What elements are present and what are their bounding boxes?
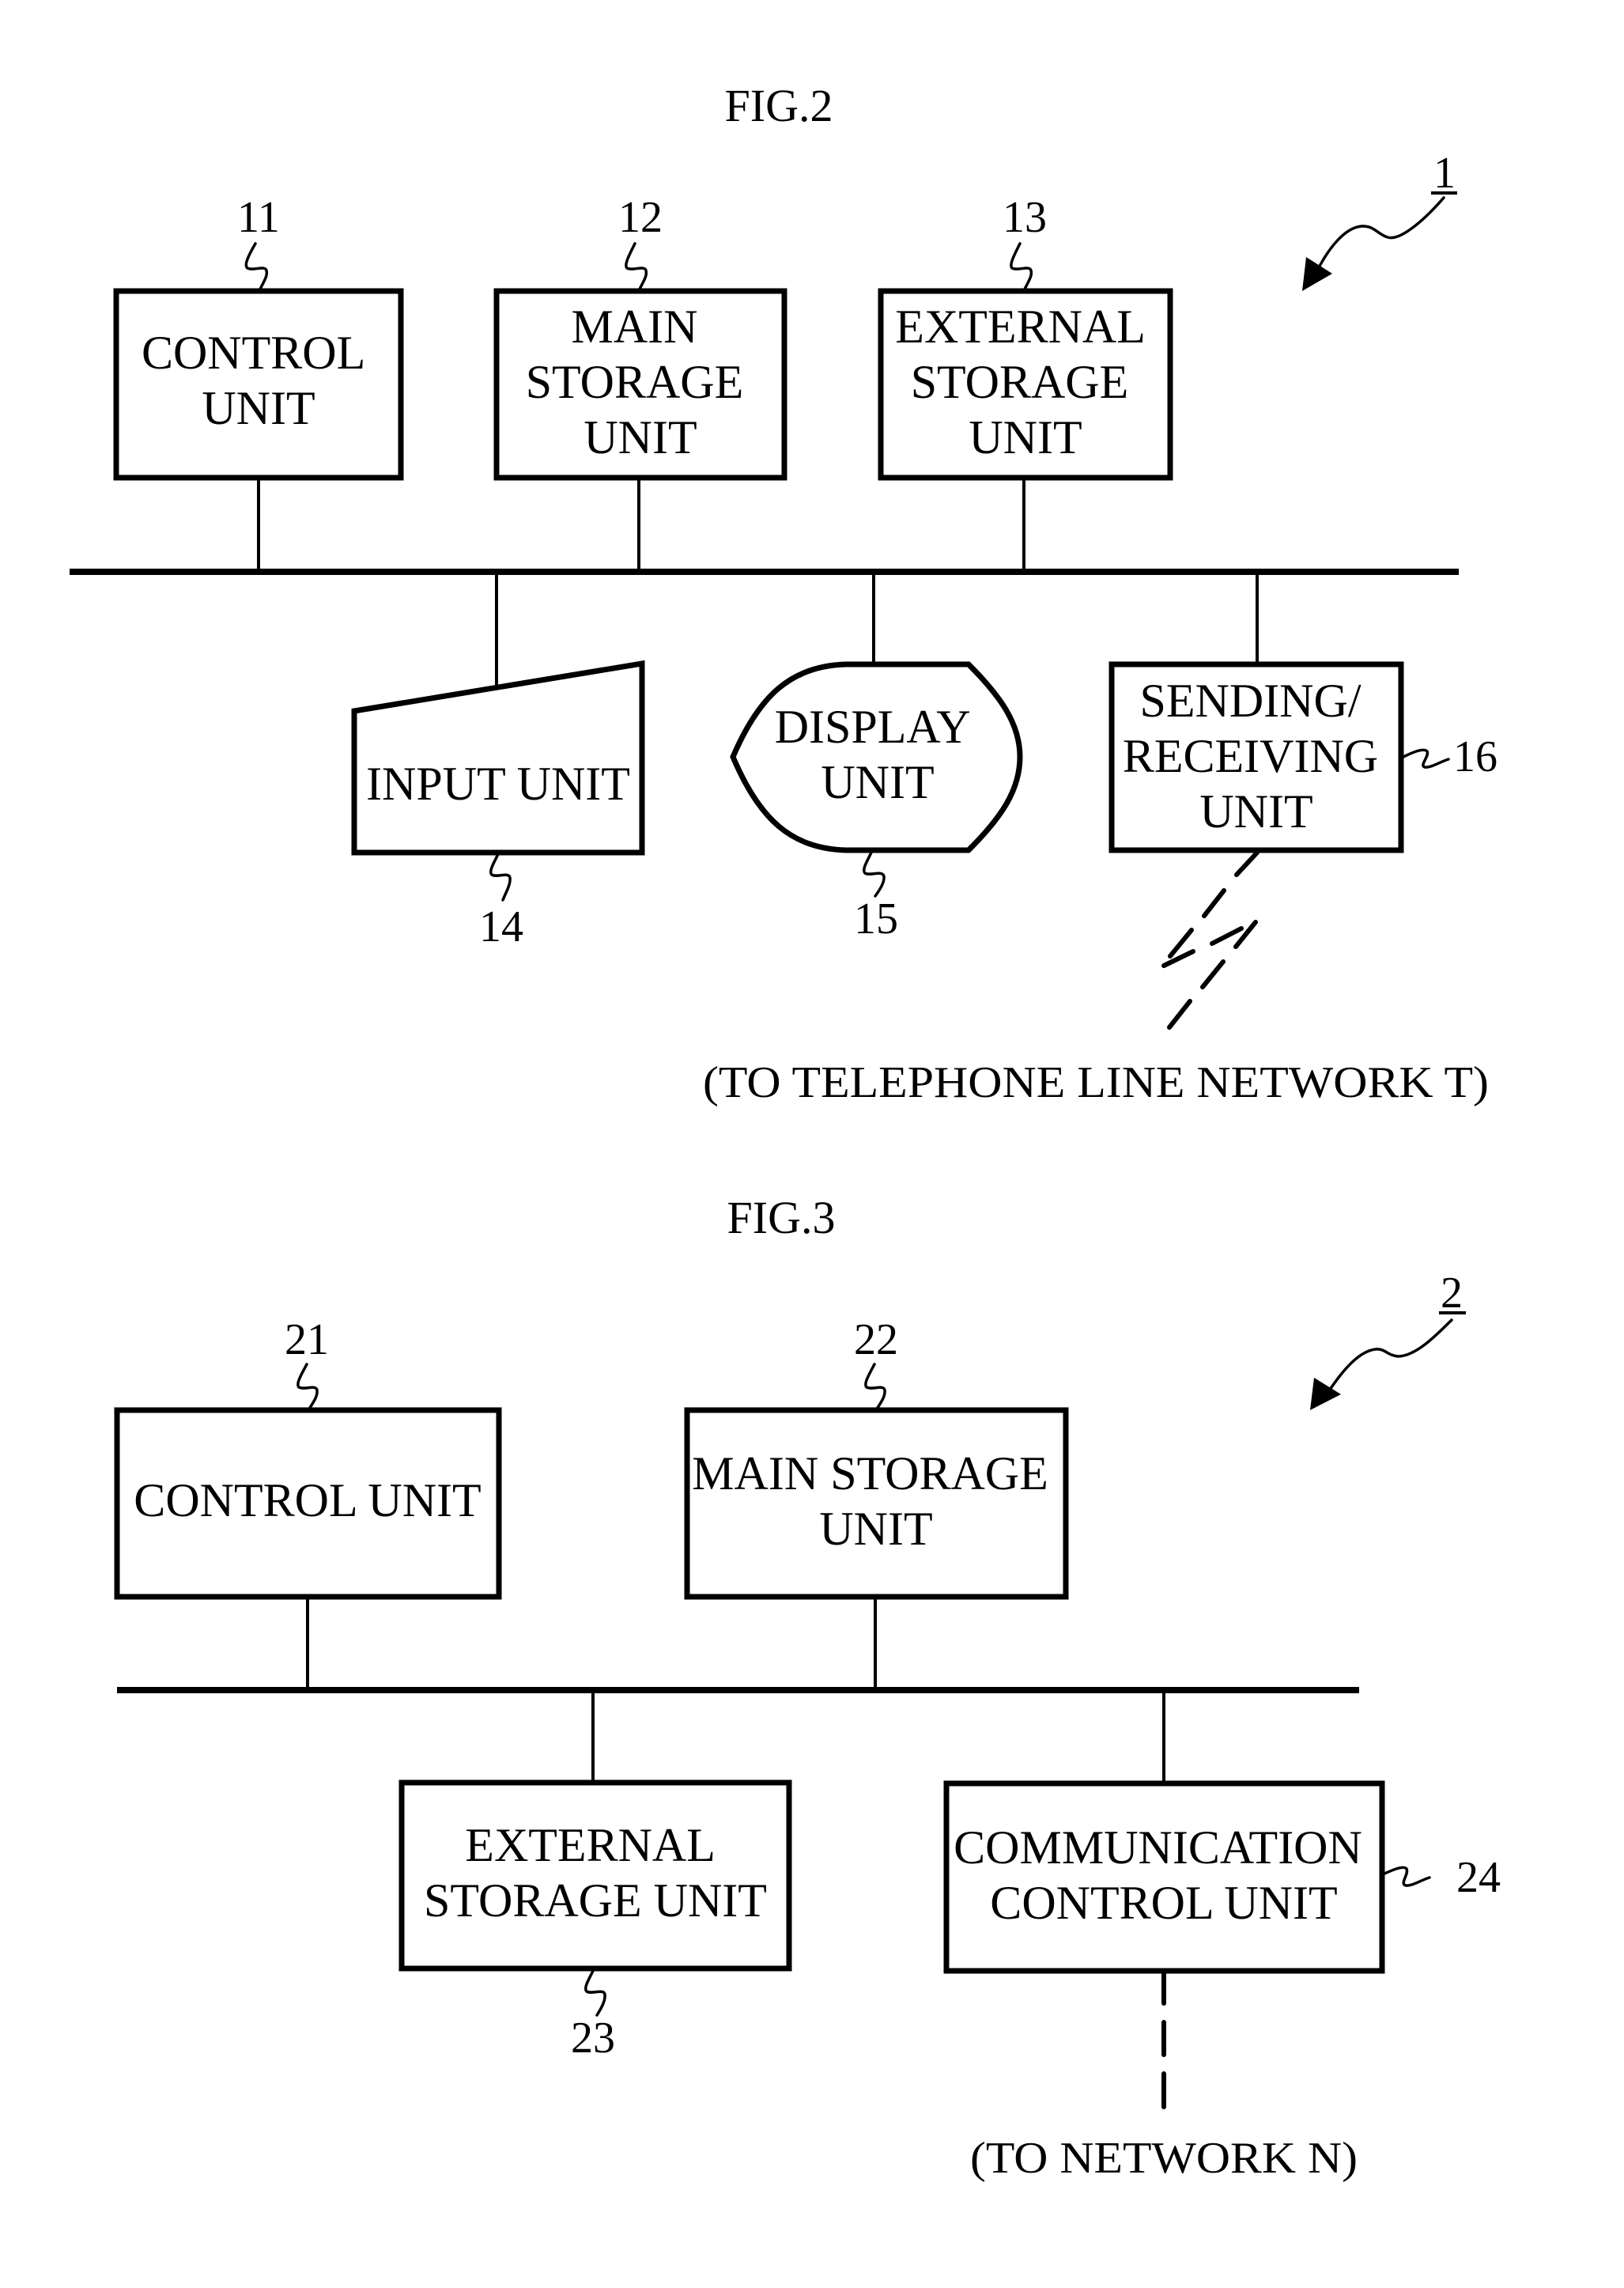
label-line: EXTERNAL xyxy=(895,301,1143,353)
fig2-control-unit-ref: 11 xyxy=(237,193,280,242)
fig2-sending-receiving-unit-ref: 16 xyxy=(1453,732,1497,781)
fig2-telephone-network-note: (TO TELEPHONE LINE NETWORK T) xyxy=(703,1058,1489,1107)
fig2-input-unit-ref: 14 xyxy=(479,902,523,951)
label-line: UNIT xyxy=(202,382,315,434)
link-dash xyxy=(1210,926,1244,946)
fig2-main-storage-unit-ref: 12 xyxy=(618,193,663,242)
label-line: UNIT xyxy=(821,756,934,808)
label-line: DISPLAY xyxy=(775,701,970,753)
ref-leader-24 xyxy=(1381,1866,1431,1887)
arrowhead-icon xyxy=(1302,257,1332,291)
ref-leader-15 xyxy=(862,851,886,898)
ref-leader-11 xyxy=(244,242,269,293)
link-dash xyxy=(1167,999,1192,1030)
ref-leader-23 xyxy=(584,1969,606,2017)
fig3-control-unit-label: CONTROL UNIT xyxy=(134,1474,481,1526)
fig3-main-storage-unit[interactable]: MAIN STORAGE UNIT 22 xyxy=(684,1315,1069,1600)
label-line: MAIN xyxy=(572,301,698,353)
fig3-control-unit[interactable]: CONTROL UNIT 21 xyxy=(114,1315,502,1600)
fig2-sending-receiving-unit[interactable]: SENDING/ RECEIVING UNIT 16 xyxy=(1108,661,1497,853)
fig2-input-unit-label: INPUT UNIT xyxy=(366,758,630,810)
fig2-caption: FIG.2 xyxy=(725,80,833,131)
link-dash xyxy=(1233,920,1258,949)
fig2-control-unit[interactable]: CONTROL UNIT 11 xyxy=(113,193,404,481)
fig3-system-ref-leader xyxy=(1327,1318,1453,1394)
fig3: FIG.3 2 CONTROL UNIT 21 MAIN STORAGE UNI… xyxy=(114,1192,1501,2183)
label-line: STORAGE xyxy=(526,356,744,408)
ref-leader-14 xyxy=(489,853,512,902)
fig3-external-storage-unit[interactable]: EXTERNAL STORAGE UNIT 23 xyxy=(398,1779,792,2063)
fig3-control-unit-ref: 21 xyxy=(285,1315,329,1364)
fig2-input-unit[interactable]: INPUT UNIT 14 xyxy=(351,660,645,951)
label-line: UNIT xyxy=(1199,785,1312,838)
fig2-system-ref-number: 1 xyxy=(1433,149,1456,198)
fig3-system-ref-number: 2 xyxy=(1441,1269,1463,1318)
fig3-external-storage-unit-ref: 23 xyxy=(571,2014,615,2063)
ref-leader-22 xyxy=(864,1363,886,1412)
label-line: STORAGE xyxy=(911,356,1129,408)
fig3-main-storage-unit-ref: 22 xyxy=(854,1315,898,1364)
label-line: COMMUNICATION xyxy=(954,1821,1362,1874)
fig2-system-ref-leader xyxy=(1316,196,1445,272)
fig3-communication-control-unit-ref: 24 xyxy=(1456,1853,1501,1902)
ref-leader-21 xyxy=(296,1363,319,1412)
fig3-network-note: (TO NETWORK N) xyxy=(970,2134,1358,2183)
link-dash xyxy=(1202,888,1226,918)
label-line: EXTERNAL xyxy=(465,1819,713,1871)
fig3-communication-control-unit[interactable]: COMMUNICATION CONTROL UNIT 24 xyxy=(943,1780,1501,1974)
fig2-system-ref: 1 xyxy=(1302,149,1457,291)
label-line: CONTROL UNIT xyxy=(990,1877,1337,1929)
label-line: MAIN STORAGE xyxy=(692,1447,1048,1499)
fig2: FIG.2 1 CONTROL UNIT 11 MAIN STORAGE UNI… xyxy=(70,80,1497,1107)
ref-leader-16 xyxy=(1400,748,1450,769)
label-line: SENDING/ xyxy=(1140,675,1362,727)
fig2-external-storage-unit[interactable]: EXTERNAL STORAGE UNIT 13 xyxy=(878,193,1173,481)
fig3-system-ref: 2 xyxy=(1310,1269,1466,1410)
fig3-caption: FIG.3 xyxy=(727,1192,836,1243)
fig2-display-unit-ref: 15 xyxy=(854,894,898,944)
link-dash xyxy=(1200,959,1226,989)
fig2-display-unit[interactable]: DISPLAY UNIT 15 xyxy=(730,661,1023,944)
ref-leader-13 xyxy=(1010,242,1033,293)
link-dash xyxy=(1161,949,1195,968)
label-line: UNIT xyxy=(819,1503,932,1555)
label-line: UNIT xyxy=(969,411,1082,463)
ref-leader-12 xyxy=(625,242,648,293)
label-line: STORAGE UNIT xyxy=(424,1874,767,1927)
fig2-wireless-link xyxy=(1161,850,1260,1030)
patent-figure-sheet: FIG.2 1 CONTROL UNIT 11 MAIN STORAGE UNI… xyxy=(70,80,1501,2183)
fig2-external-storage-unit-ref: 13 xyxy=(1003,193,1047,242)
label-line: CONTROL xyxy=(142,327,364,379)
label-line: UNIT xyxy=(584,411,697,463)
label-line: RECEIVING xyxy=(1123,730,1378,782)
fig2-main-storage-unit[interactable]: MAIN STORAGE UNIT 12 xyxy=(493,193,787,481)
link-dash xyxy=(1234,850,1260,877)
